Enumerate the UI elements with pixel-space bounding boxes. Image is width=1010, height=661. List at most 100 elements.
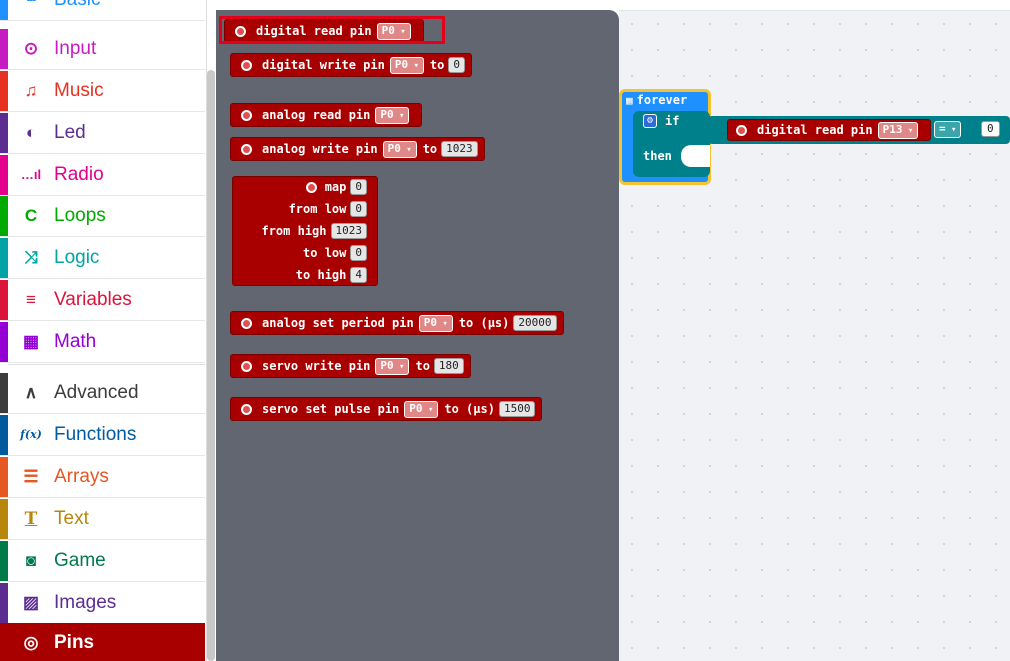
pin-block-icon bbox=[241, 59, 252, 71]
category-led[interactable]: ◐ Led bbox=[0, 113, 205, 154]
pin-block-icon bbox=[305, 181, 317, 193]
block-text: digital write pin bbox=[262, 58, 385, 72]
pin-block-icon bbox=[241, 360, 252, 372]
category-advanced[interactable]: ∧ Advanced bbox=[0, 373, 205, 414]
pin-dropdown[interactable]: P0 bbox=[375, 106, 410, 124]
category-label: Text bbox=[54, 508, 89, 529]
operator-dropdown[interactable]: = bbox=[934, 121, 962, 138]
if-header: ⚙ if bbox=[643, 114, 679, 128]
map-row: from low 0 bbox=[289, 200, 367, 218]
category-arrays[interactable]: ☰ Arrays bbox=[0, 457, 205, 498]
block-text: servo write pin bbox=[262, 359, 371, 373]
block-analog-set-period-pin[interactable]: analog set period pin P0 to (μs) 20000 bbox=[230, 311, 564, 335]
value-input[interactable]: 4 bbox=[350, 267, 367, 283]
category-label: Input bbox=[54, 38, 97, 59]
block-text: digital read pin bbox=[757, 123, 873, 137]
value-input[interactable]: 20000 bbox=[513, 315, 557, 331]
category-images[interactable]: ▨ Images bbox=[0, 583, 205, 624]
category-color-stripe bbox=[0, 322, 8, 362]
category-color-stripe bbox=[0, 0, 8, 20]
category-label: Music bbox=[54, 80, 104, 101]
category-game[interactable]: ◙ Game bbox=[0, 541, 205, 582]
pin-dropdown[interactable]: P0 bbox=[382, 140, 417, 158]
value-input[interactable]: 0 bbox=[350, 179, 367, 195]
category-color-stripe bbox=[0, 541, 8, 581]
category-label: Advanced bbox=[54, 382, 139, 403]
pin-dropdown[interactable]: P0 bbox=[404, 400, 439, 418]
category-functions[interactable]: f(x) Functions bbox=[0, 415, 205, 456]
block-text: to (μs) bbox=[458, 316, 510, 330]
category-color-stripe bbox=[0, 583, 8, 623]
value-input[interactable]: 0 bbox=[350, 245, 367, 261]
gamepad-icon: ◙ bbox=[25, 551, 37, 570]
value-input[interactable]: 180 bbox=[433, 358, 464, 374]
value-input[interactable]: 1500 bbox=[498, 401, 536, 417]
block-map[interactable]: map 0 from low 0 from high 1023 to low 0… bbox=[232, 176, 378, 286]
category-input[interactable]: ⊙ Input bbox=[0, 29, 205, 70]
value-input[interactable]: 0 bbox=[448, 57, 465, 73]
block-analog-write-pin[interactable]: analog write pin P0 to 1023 bbox=[230, 137, 485, 161]
category-label: Logic bbox=[54, 247, 100, 268]
category-loops[interactable]: C Loops bbox=[0, 196, 205, 237]
category-label: Game bbox=[54, 550, 106, 571]
category-color-stripe bbox=[0, 29, 8, 69]
block-analog-read-pin[interactable]: analog read pin P0 bbox=[230, 103, 423, 127]
list-icon: ≡ bbox=[26, 290, 36, 309]
block-text: to low bbox=[303, 246, 347, 260]
advanced-separator bbox=[8, 364, 205, 372]
block-text: analog set period pin bbox=[262, 316, 414, 330]
pin-dropdown[interactable]: P0 bbox=[418, 314, 453, 332]
pin-block-icon bbox=[241, 143, 252, 155]
pin-dropdown[interactable]: P0 bbox=[375, 357, 410, 375]
category-color-stripe bbox=[0, 71, 8, 111]
category-label: Arrays bbox=[54, 466, 109, 487]
category-text[interactable]: T Text bbox=[0, 499, 205, 540]
toolbox-scrollbar[interactable] bbox=[207, 70, 215, 661]
block-text: forever bbox=[636, 93, 688, 107]
category-color-stripe bbox=[0, 155, 8, 195]
calculator-icon: ▦ bbox=[22, 332, 40, 351]
category-radio[interactable]: …ıl Radio bbox=[0, 155, 205, 196]
block-digital-write-pin[interactable]: digital write pin P0 to 0 bbox=[230, 53, 472, 77]
block-if-then[interactable]: ⚙ if then bbox=[633, 111, 710, 177]
input-icon: ⊙ bbox=[23, 39, 39, 58]
category-color-stripe bbox=[0, 415, 8, 455]
block-digital-read-pin-condition[interactable]: digital read pin P13 bbox=[727, 119, 932, 141]
value-input[interactable]: 0 bbox=[350, 201, 367, 217]
category-pins[interactable]: ◎ Pins bbox=[0, 623, 205, 661]
category-math[interactable]: ▦ Math bbox=[0, 322, 205, 363]
block-text: to high bbox=[295, 268, 347, 282]
block-text: if bbox=[665, 114, 680, 128]
function-icon: f(x) bbox=[20, 428, 42, 441]
pin-block-icon bbox=[736, 124, 747, 136]
headphones-icon: ♫ bbox=[24, 81, 38, 100]
block-text: to bbox=[429, 58, 445, 72]
shuffle-icon: ⤨ bbox=[24, 248, 38, 267]
category-color-stripe bbox=[0, 280, 8, 320]
grid-icon: ▪▪▪ bbox=[26, 0, 37, 6]
map-row: from high 1023 bbox=[261, 222, 367, 240]
category-basic[interactable]: ▪▪▪ Basic bbox=[0, 0, 205, 21]
gear-icon[interactable]: ⚙ bbox=[643, 114, 657, 128]
pins-icon: ◎ bbox=[23, 633, 39, 652]
value-input[interactable]: 1023 bbox=[330, 223, 367, 239]
block-servo-write-pin[interactable]: servo write pin P0 to 180 bbox=[230, 354, 471, 378]
category-logic[interactable]: ⤨ Logic bbox=[0, 238, 205, 279]
category-color-stripe bbox=[0, 373, 8, 413]
block-text: to (μs) bbox=[444, 402, 495, 416]
map-row: to low 0 bbox=[303, 244, 367, 262]
category-music[interactable]: ♫ Music bbox=[0, 71, 205, 112]
value-input[interactable]: 1023 bbox=[441, 141, 478, 157]
pin-dropdown[interactable]: P0 bbox=[389, 56, 424, 74]
category-color-stripe bbox=[0, 113, 8, 153]
forever-header: ▦ forever bbox=[626, 93, 687, 107]
category-variables[interactable]: ≡ Variables bbox=[0, 280, 205, 321]
category-label: Math bbox=[54, 331, 97, 352]
value-input[interactable]: 0 bbox=[981, 121, 1000, 137]
pin-dropdown[interactable]: P13 bbox=[877, 121, 919, 139]
map-row: to high 4 bbox=[296, 266, 367, 284]
category-label: Images bbox=[54, 592, 117, 613]
block-text: analog write pin bbox=[262, 142, 378, 156]
block-servo-set-pulse-pin[interactable]: servo set pulse pin P0 to (μs) 1500 bbox=[230, 397, 543, 421]
image-icon: ▨ bbox=[22, 593, 40, 612]
